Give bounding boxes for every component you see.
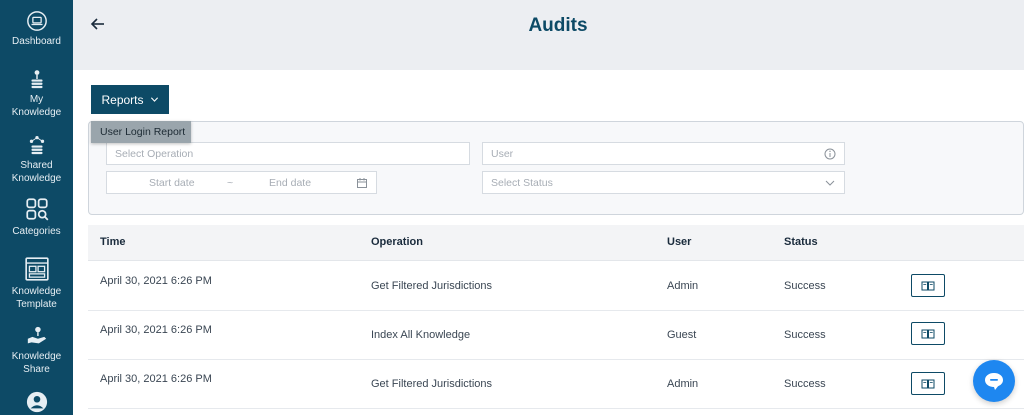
column-header-status: Status [784, 236, 818, 248]
user-cell: Admin [667, 378, 699, 390]
chat-bubble-icon [985, 373, 1003, 390]
end-date-input[interactable]: End date [269, 177, 311, 189]
column-header-time: Time [100, 236, 126, 248]
view-details-button[interactable] [911, 322, 945, 345]
calendar-icon [357, 178, 367, 188]
page-title: Audits [528, 15, 588, 36]
chevron-down-icon [825, 180, 835, 186]
table-header: Time Operation User Status [88, 225, 1024, 261]
sidebar: Dashboard My Knowledge Shared Knowledge [0, 0, 73, 415]
user-cell: Guest [667, 329, 697, 341]
user-avatar-icon [26, 391, 47, 413]
book-icon [921, 329, 935, 338]
sidebar-item-my-knowledge[interactable]: My Knowledge [0, 68, 73, 119]
time-cell: April 30, 2021 6:26 PM [100, 373, 212, 385]
sidebar-item-knowledge-share[interactable]: Knowledge Share [0, 325, 73, 376]
start-date-input[interactable]: Start date [149, 177, 195, 189]
operation-placeholder: Select Operation [115, 147, 194, 160]
status-cell: Success [784, 280, 826, 292]
table-row: April 30, 2021 6:26 PM Get Filtered Juri… [88, 262, 1024, 311]
chat-launcher-button[interactable] [973, 360, 1015, 402]
sidebar-item-knowledge-template[interactable]: Knowledge Template [0, 256, 73, 311]
sidebar-item-shared-knowledge[interactable]: Shared Knowledge [0, 134, 73, 185]
shared-knowledge-icon [29, 136, 44, 155]
table-row: April 30, 2021 6:26 PM Index All Knowled… [88, 311, 1024, 360]
status-cell: Success [784, 378, 826, 390]
sidebar-item-profile[interactable] [0, 391, 73, 415]
sidebar-item-label: Dashboard [12, 36, 61, 47]
reports-dropdown-button[interactable]: Reports [91, 85, 169, 114]
book-icon [921, 281, 935, 290]
view-details-button[interactable] [911, 274, 945, 297]
status-select[interactable]: Select Status [482, 171, 845, 194]
laptop-icon [26, 11, 47, 31]
sidebar-item-dashboard[interactable]: Dashboard [0, 10, 73, 48]
sidebar-item-categories[interactable]: Categories [0, 196, 73, 238]
status-placeholder: Select Status [491, 176, 553, 189]
filter-panel: Select Operation User Start date ~ End d… [88, 121, 1024, 215]
knowledge-stack-icon [31, 70, 42, 89]
sidebar-item-label: Categories [12, 226, 61, 237]
reports-label: Reports [101, 92, 144, 107]
user-input[interactable]: User [482, 142, 845, 165]
sidebar-item-label: My Knowledge [11, 94, 62, 118]
time-cell: April 30, 2021 6:26 PM [100, 324, 212, 336]
categories-grid-icon [25, 198, 48, 221]
sidebar-item-label: Knowledge Share [11, 351, 62, 375]
operation-select[interactable]: Select Operation [106, 142, 470, 165]
date-separator: ~ [227, 176, 234, 189]
sidebar-item-label: Knowledge Template [11, 286, 62, 310]
arrow-left-icon[interactable] [88, 14, 108, 34]
status-cell: Success [784, 329, 826, 341]
sidebar-item-label: Shared Knowledge [11, 160, 62, 184]
template-icon [24, 257, 49, 281]
date-range-picker[interactable]: Start date ~ End date [106, 171, 377, 194]
menu-item-user-login-report[interactable]: User Login Report [91, 121, 191, 143]
book-icon [921, 379, 935, 388]
column-header-operation: Operation [371, 236, 423, 248]
operation-cell: Get Filtered Jurisdictions [371, 378, 493, 390]
view-details-button[interactable] [911, 372, 945, 395]
operation-cell: Index All Knowledge [371, 329, 471, 341]
hand-share-icon [27, 326, 46, 344]
chevron-down-icon [150, 97, 158, 102]
operation-cell: Get Filtered Jurisdictions [371, 280, 493, 292]
user-cell: Admin [667, 280, 699, 292]
info-icon [824, 148, 836, 160]
time-cell: April 30, 2021 6:26 PM [100, 275, 212, 287]
user-placeholder: User [491, 147, 514, 160]
table-row: April 30, 2021 6:26 PM Get Filtered Juri… [88, 360, 1024, 409]
column-header-user: User [667, 236, 692, 248]
